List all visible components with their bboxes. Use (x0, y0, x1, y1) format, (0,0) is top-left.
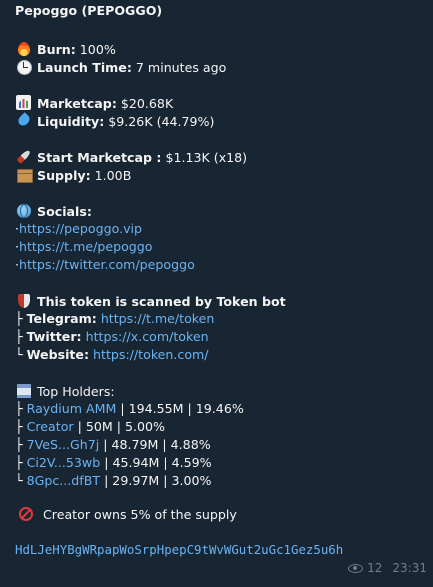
holder-link[interactable]: 7VeS...Gh7j (27, 437, 100, 452)
droplet-icon (15, 112, 33, 130)
tree-end: └ (15, 347, 27, 362)
package-icon (15, 166, 33, 184)
scan-twitter-label: Twitter: (26, 329, 82, 344)
chart-icon (15, 94, 33, 112)
burn-row: Burn: 100% (15, 40, 421, 58)
liquidity-row: Liquidity: $9.26K (44.79%) (15, 112, 421, 130)
holder-link[interactable]: Raydium AMM (27, 401, 117, 416)
scan-telegram-label: Telegram: (26, 311, 97, 326)
supply-label: Supply: (37, 168, 91, 183)
holder-stats: | 45.94M | 4.59% (100, 455, 212, 470)
scan-website-row: └ Website: https://token.com/ (15, 346, 421, 364)
scan-row: This token is scanned by Token bot (15, 292, 421, 310)
launch-value: 7 minutes ago (135, 60, 227, 75)
tree-branch: ├ (15, 401, 27, 416)
tree-branch: ├ (15, 455, 27, 470)
token-title: Pepoggo (PEPOGGO) (15, 3, 163, 18)
holders-label: Top Holders: (37, 384, 115, 399)
website-link[interactable]: https://pepoggo.vip (19, 221, 142, 236)
fire-icon (15, 40, 33, 58)
liquidity-label: Liquidity: (37, 114, 105, 129)
scan-twitter-link[interactable]: https://x.com/token (86, 329, 209, 344)
social-link-item: ·https://t.me/pepoggo (15, 238, 421, 256)
scan-twitter-row: ├ Twitter: https://x.com/token (15, 328, 421, 346)
supply-value: 1.00B (94, 168, 132, 183)
scan-website-link[interactable]: https://token.com/ (93, 347, 209, 362)
holder-stats: | 50M | 5.00% (73, 419, 165, 434)
burn-value: 100% (79, 42, 116, 57)
marketcap-label: Marketcap: (37, 96, 117, 111)
twitter-link[interactable]: https://twitter.com/pepoggo (19, 257, 195, 272)
start-marketcap-label: Start Marketcap : (37, 150, 162, 165)
burn-label: Burn: (37, 42, 76, 57)
tree-end: └ (15, 473, 27, 488)
scan-telegram-link[interactable]: https://t.me/token (101, 311, 215, 326)
no-entry-icon (17, 505, 35, 523)
holder-row: ├ 7VeS...Gh7j | 48.79M | 4.88% (15, 436, 421, 454)
holder-row: ├ Creator | 50M | 5.00% (15, 418, 421, 436)
message-meta: 12 23:31 (348, 559, 427, 577)
holder-stats: | 29.97M | 3.00% (100, 473, 212, 488)
message-time: 23:31 (392, 561, 427, 575)
holder-stats: | 194.55M | 19.46% (116, 401, 244, 416)
contract-address[interactable]: HdLJeHYBgWRpapWoSrpHpepC9tWvWGut2uGc1Gez… (15, 541, 343, 559)
supply-row: Supply: 1.00B (15, 166, 421, 184)
tree-branch: ├ (15, 329, 27, 344)
holder-row: └ 8Gpc...dfBT | 29.97M | 3.00% (15, 472, 421, 490)
socials-label: Socials: (37, 204, 92, 219)
holder-link[interactable]: Creator (27, 419, 74, 434)
holder-link[interactable]: 8Gpc...dfBT (27, 473, 100, 488)
social-link-item: ·https://pepoggo.vip (15, 220, 421, 238)
tree-branch: ├ (15, 311, 27, 326)
holders-row: Top Holders: (15, 382, 421, 400)
eye-icon (348, 563, 364, 573)
rocket-icon (15, 148, 33, 166)
start-marketcap-value: $1.13K (x18) (165, 150, 248, 165)
globe-icon (15, 202, 33, 220)
scan-label: This token is scanned by Token bot (37, 294, 286, 309)
view-count: 12 (367, 561, 383, 575)
shield-icon (15, 292, 33, 310)
clock-icon (15, 58, 33, 76)
telegram-link[interactable]: https://t.me/pepoggo (19, 239, 152, 254)
scan-website-label: Website: (26, 347, 90, 362)
scan-telegram-row: ├ Telegram: https://t.me/token (15, 310, 421, 328)
liquidity-value: $9.26K (44.79%) (108, 114, 215, 129)
launch-label: Launch Time: (37, 60, 132, 75)
social-link-item: ·https://twitter.com/pepoggo (15, 256, 421, 274)
launch-row: Launch Time: 7 minutes ago (15, 58, 421, 76)
start-marketcap-row: Start Marketcap : $1.13K (x18) (15, 148, 421, 166)
holder-row: ├ Raydium AMM | 194.55M | 19.46% (15, 400, 421, 418)
tree-branch: ├ (15, 419, 27, 434)
tree-branch: ├ (15, 437, 27, 452)
bank-icon (15, 382, 33, 400)
holder-link[interactable]: Ci2V...53wb (27, 455, 101, 470)
creator-note: Creator owns 5% of the supply (43, 507, 237, 522)
marketcap-value: $20.68K (120, 96, 174, 111)
creator-note-row: Creator owns 5% of the supply (17, 505, 237, 523)
holder-stats: | 48.79M | 4.88% (99, 437, 211, 452)
socials-row: Socials: (15, 202, 421, 220)
holder-row: ├ Ci2V...53wb | 45.94M | 4.59% (15, 454, 421, 472)
marketcap-row: Marketcap: $20.68K (15, 94, 421, 112)
message-bubble: Pepoggo (PEPOGGO) Burn: 100% Launch Time… (0, 0, 433, 587)
